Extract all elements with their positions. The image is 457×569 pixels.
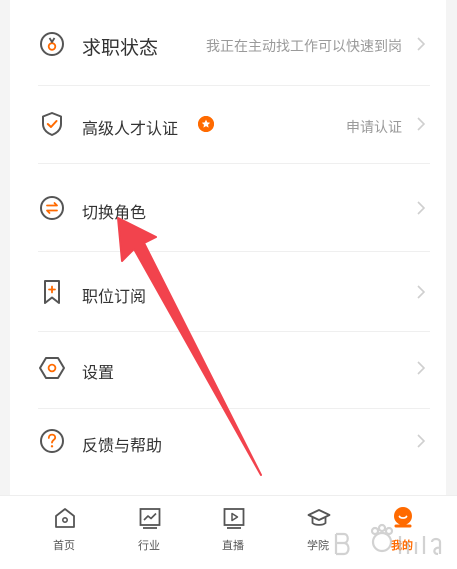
settings-menu-panel: 求职状态 我正在主动找工作可以快速到岗 高级人才认证 申请认证 切换角色 职位订…: [10, 0, 446, 568]
menu-item-settings[interactable]: 设置: [10, 342, 446, 394]
chevron-right-icon: [416, 360, 426, 376]
menu-item-label: 求职状态: [82, 37, 159, 59]
divider: [38, 251, 430, 252]
chevron-right-icon: [416, 116, 426, 132]
tab-label: 行业: [138, 539, 160, 552]
tab-label: 直播: [222, 539, 244, 552]
bookmark-icon: [37, 277, 67, 307]
tab-label: 首页: [53, 539, 75, 552]
tab-industry[interactable]: 行业: [119, 496, 179, 569]
tab-live[interactable]: 直播: [203, 496, 263, 569]
menu-item-label: 职位订阅: [82, 287, 147, 306]
settings-hexagon-icon: [37, 353, 67, 383]
shield-check-icon: [37, 109, 67, 139]
menu-item-talent-certification[interactable]: 高级人才认证 申请认证: [10, 98, 446, 150]
menu-item-feedback-help[interactable]: 反馈与帮助: [10, 415, 446, 467]
chevron-right-icon: [416, 36, 426, 52]
divider: [38, 408, 430, 409]
chart-icon: [137, 505, 163, 531]
tab-home[interactable]: 首页: [34, 496, 94, 569]
menu-item-switch-role[interactable]: 切换角色: [10, 182, 446, 234]
menu-item-value: 申请认证: [346, 120, 402, 136]
divider: [38, 85, 430, 86]
chevron-right-icon: [416, 284, 426, 300]
menu-item-label: 切换角色: [82, 203, 147, 222]
play-icon: [221, 505, 247, 531]
home-icon: [52, 505, 78, 531]
watermark-logo: [334, 523, 442, 556]
chevron-right-icon: [416, 200, 426, 216]
menu-item-job-subscription[interactable]: 职位订阅: [10, 266, 446, 318]
menu-item-label: 反馈与帮助: [82, 436, 163, 455]
divider: [38, 163, 430, 164]
menu-item-job-status[interactable]: 求职状态 我正在主动找工作可以快速到岗: [10, 18, 446, 70]
star-badge-icon: [198, 116, 214, 132]
menu-item-value: 我正在主动找工作可以快速到岗: [206, 39, 402, 55]
medal-icon: [37, 29, 67, 59]
divider: [38, 331, 430, 332]
graduation-cap-icon: [306, 505, 332, 531]
menu-item-label: 高级人才认证: [82, 119, 179, 138]
switch-icon: [37, 193, 67, 223]
menu-item-label: 设置: [82, 363, 115, 382]
help-icon: [37, 426, 67, 456]
chevron-right-icon: [416, 433, 426, 449]
